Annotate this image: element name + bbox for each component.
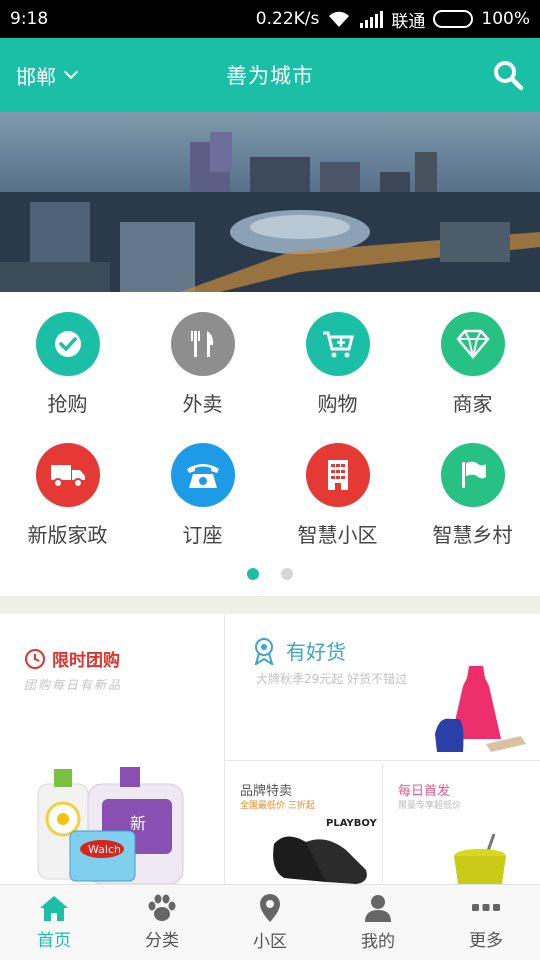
pager-dot[interactable] xyxy=(281,568,293,580)
truck-icon xyxy=(35,443,100,507)
status-bar: 9:18 0.22K/s 联通 100% xyxy=(0,0,540,38)
chevron-down-icon xyxy=(63,64,79,80)
tab-label: 分类 xyxy=(145,931,179,951)
page-title: 善为城市 xyxy=(226,64,314,88)
home-icon xyxy=(40,896,68,921)
status-time: 9:18 xyxy=(10,9,49,29)
category-label: 订座 xyxy=(182,523,223,547)
bottom-tab-bar: 首页 分类 小区 我的 更多 xyxy=(0,884,540,960)
category-label: 智慧小区 xyxy=(297,523,378,547)
more-icon xyxy=(472,904,500,911)
app-header: 邯郸 善为城市 xyxy=(0,38,540,112)
mop-bucket-product-image xyxy=(454,833,506,884)
promo-brand-subtitle: 全国最低价 三折起 xyxy=(240,801,315,811)
pager-dot-active[interactable] xyxy=(247,568,259,580)
tab-category[interactable]: 分类 xyxy=(108,885,216,960)
category-waimai[interactable]: 外卖 xyxy=(135,312,270,442)
detergent-product-image: 新 Walch xyxy=(37,767,184,884)
promo-daily-subtitle: 限量专享超低价 xyxy=(398,801,462,811)
fork-knife-icon xyxy=(170,312,235,376)
category-jiazheng[interactable]: 新版家政 xyxy=(0,443,135,573)
category-zhihui-xiaoqu[interactable]: 智慧小区 xyxy=(270,443,405,573)
wifi-icon xyxy=(329,11,350,27)
promo-brand-sale[interactable]: 品牌特卖 全国最低价 三折起 PLAYBOY xyxy=(226,762,383,884)
user-icon xyxy=(365,895,391,922)
category-label: 抢购 xyxy=(47,392,88,416)
clock-icon xyxy=(25,648,45,669)
promo-flash-sale[interactable]: 限时团购 团购每日有新品 新 Walch xyxy=(0,614,225,884)
category-gouwu[interactable]: 购物 xyxy=(270,312,405,442)
category-label: 外卖 xyxy=(182,392,223,416)
tab-home[interactable]: 首页 xyxy=(0,885,108,960)
category-label: 智慧乡村 xyxy=(432,523,513,547)
tab-community[interactable]: 小区 xyxy=(216,885,324,960)
diamond-icon xyxy=(440,312,505,376)
category-qianggou[interactable]: 抢购 xyxy=(0,312,135,442)
promo-brand-title: 品牌特卖 xyxy=(240,784,293,799)
category-zhihui-xiangcun[interactable]: 智慧乡村 xyxy=(405,443,540,573)
battery-icon xyxy=(433,10,474,28)
tab-mine[interactable]: 我的 xyxy=(324,885,432,960)
promo-goods-title: 有好货 xyxy=(286,640,346,664)
cart-icon xyxy=(305,312,370,376)
status-indicators: 0.22K/s 联通 100% xyxy=(256,7,530,32)
city-night-banner-image xyxy=(0,112,540,292)
search-icon[interactable] xyxy=(490,57,526,93)
ribbon-badge-icon xyxy=(254,637,274,665)
pager-dots xyxy=(0,568,540,580)
flag-icon xyxy=(440,443,505,507)
check-icon xyxy=(35,312,100,376)
promo-daily-title: 每日首发 xyxy=(398,784,451,799)
promo-flash-title: 限时团购 xyxy=(52,651,120,671)
tab-more[interactable]: 更多 xyxy=(432,885,540,960)
category-label: 商家 xyxy=(452,392,493,416)
paw-icon xyxy=(148,894,176,921)
city-selector[interactable]: 邯郸 xyxy=(16,38,79,112)
category-dingzuo[interactable]: 订座 xyxy=(135,443,270,573)
product-label-xin: 新 xyxy=(130,814,146,833)
promo-daily-launch[interactable]: 每日首发 限量专享超低价 xyxy=(384,762,540,884)
city-name: 邯郸 xyxy=(16,64,56,89)
phone-icon xyxy=(170,443,235,507)
building-icon xyxy=(305,443,370,507)
promo-goods-subtitle: 大牌秋季29元起 好货不错过 xyxy=(256,672,408,686)
status-battery: 100% xyxy=(481,9,530,29)
tab-label: 我的 xyxy=(361,932,395,952)
location-pin-icon xyxy=(260,894,280,922)
promo-grid: 限时团购 团购每日有新品 新 Walch 有好货 大牌秋季29元起 好货不错过 xyxy=(0,614,540,884)
tab-label: 首页 xyxy=(37,931,71,951)
category-label: 购物 xyxy=(317,392,358,416)
promo-flash-subtitle: 团购每日有新品 xyxy=(24,678,123,692)
category-label: 新版家政 xyxy=(27,523,108,547)
section-divider xyxy=(0,596,540,614)
tab-label: 更多 xyxy=(469,931,503,951)
dress-product-image xyxy=(435,666,526,752)
banner-carousel[interactable] xyxy=(0,112,540,292)
status-carrier: 联通 xyxy=(391,11,426,32)
status-net-speed: 0.22K/s xyxy=(255,9,320,29)
signal-icon xyxy=(360,11,384,28)
tab-label: 小区 xyxy=(253,932,287,952)
product-brand-walch: Walch xyxy=(88,843,121,856)
promo-good-goods[interactable]: 有好货 大牌秋季29元起 好货不错过 xyxy=(226,614,540,761)
category-grid: 抢购 外卖 购物 商家 新版家政 订座 智慧小区 智慧乡村 xyxy=(0,292,540,596)
category-shangjia[interactable]: 商家 xyxy=(405,312,540,442)
shoes-product-image xyxy=(273,836,367,884)
